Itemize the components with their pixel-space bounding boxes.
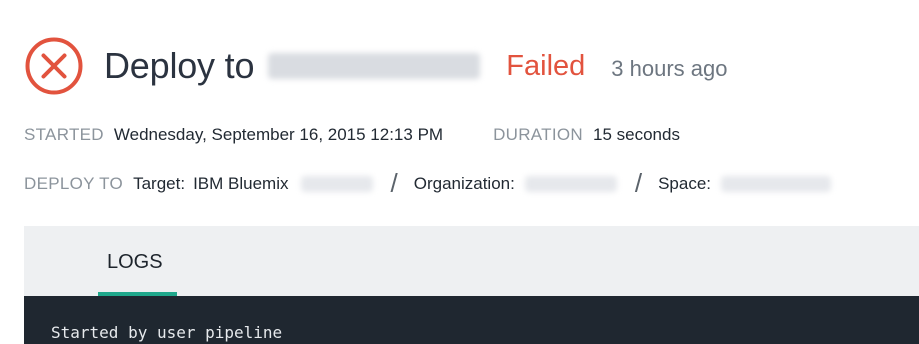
duration-value: 15 seconds [593,125,680,144]
deployment-header: Deploy to Failed 3 hours ago [24,36,728,96]
started-value: Wednesday, September 16, 2015 12:13 PM [113,125,444,144]
deploy-to-row: DEPLOY TO Target: IBM Bluemix / Organiza… [24,168,832,199]
started-label: STARTED [24,125,104,144]
log-line: Started by user pipeline [51,323,283,342]
target-value: IBM Bluemix [193,173,289,193]
error-circle-x-icon [25,37,83,95]
redacted-target-name [268,53,481,79]
breadcrumb-separator: / [390,168,398,198]
breadcrumb-separator: / [634,168,643,198]
tab-logs-label: LOGS [107,251,163,273]
deploy-to-label: DEPLOY TO [24,173,124,193]
organization-label: Organization: [413,173,515,193]
relative-time: 3 hours ago [611,56,728,81]
status-text: Failed [506,49,586,82]
page-title: Deploy to [104,45,255,86]
started-duration-row: STARTED Wednesday, September 16, 2015 12… [24,125,680,145]
log-output-panel[interactable]: Started by user pipeline [24,296,919,344]
redacted-space [721,175,832,192]
tab-logs[interactable]: LOGS [98,226,177,296]
redacted-organization [524,175,617,192]
deployment-detail-page: Deploy to Failed 3 hours ago STARTED Wed… [0,0,919,344]
tab-bar: LOGS [24,226,919,296]
target-label: Target: [133,173,186,193]
duration-label: DURATION [493,125,583,144]
redacted-target-region [300,175,373,192]
space-label: Space: [658,173,712,193]
